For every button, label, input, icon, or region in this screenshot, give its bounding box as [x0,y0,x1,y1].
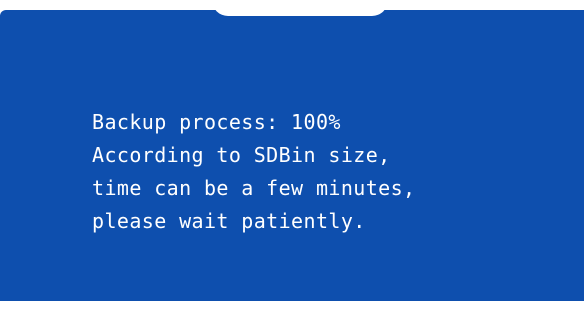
backup-progress-line: Backup process: 100% [92,110,341,134]
backup-wait-line: please wait patiently. [92,209,366,233]
backup-status-panel: Backup process: 100% According to SDBin … [0,10,584,301]
backup-time-line: time can be a few minutes, [92,176,416,200]
backup-info-line: According to SDBin size, [92,143,391,167]
panel-top-notch [212,0,388,16]
backup-message: Backup process: 100% According to SDBin … [92,106,415,238]
backup-screen: Backup process: 100% According to SDBin … [0,0,584,327]
